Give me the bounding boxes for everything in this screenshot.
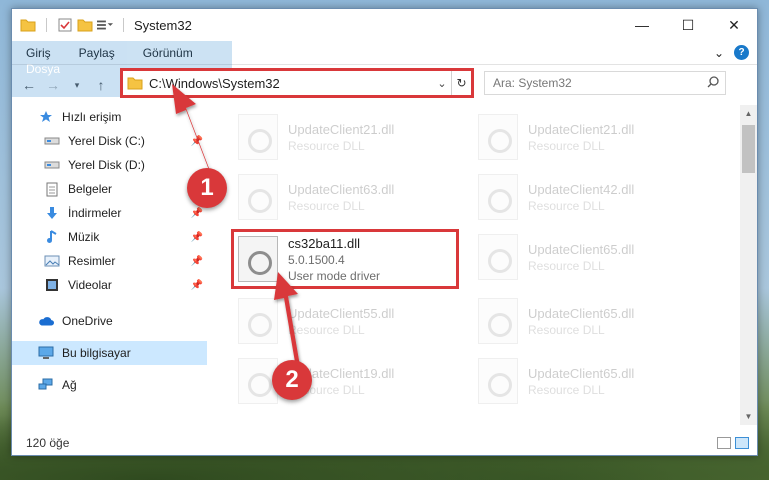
annotation-arrows: [172, 84, 300, 368]
step-badge-2: 2: [272, 360, 312, 400]
step-badge-1: 1: [187, 168, 227, 208]
arrow-to-address-bar: [172, 84, 212, 178]
arrow-to-highlighted-file: [274, 272, 300, 368]
